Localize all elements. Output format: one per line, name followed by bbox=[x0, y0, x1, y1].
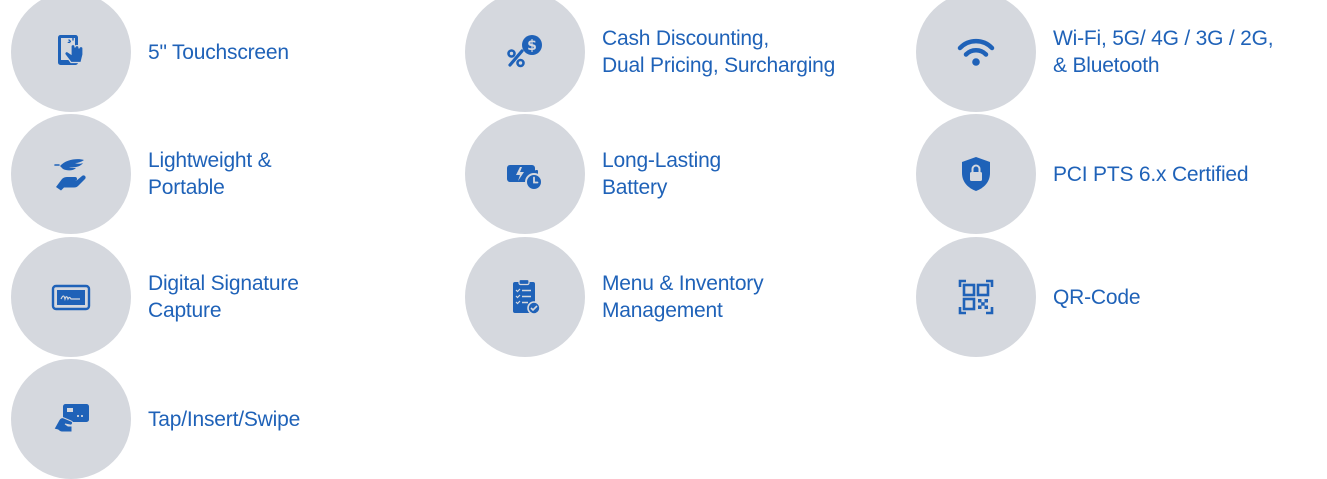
feature-label-line: Cash Discounting, bbox=[602, 27, 770, 50]
feature-label-line: Management bbox=[602, 299, 723, 322]
feature-label-line: Long-Lasting bbox=[602, 149, 722, 172]
feature-lightweight: Lightweight & Portable bbox=[11, 114, 272, 234]
qr-code-icon-circle bbox=[916, 237, 1036, 357]
feature-label-line: Capture bbox=[148, 299, 222, 322]
feature-label-line: Battery bbox=[602, 176, 668, 199]
feature-label-line: 5" Touchscreen bbox=[148, 40, 289, 64]
svg-text:$: $ bbox=[527, 38, 537, 54]
feature-label-line: Digital Signature bbox=[148, 272, 299, 295]
feature-menu-inventory: Menu & Inventory Management bbox=[465, 237, 764, 357]
shield-lock-icon bbox=[962, 157, 990, 191]
feature-label-line: Menu & Inventory bbox=[602, 272, 764, 295]
feature-cash-discounting: $ Cash Discounting, Dual Pricing, Surcha… bbox=[465, 0, 835, 112]
feature-label: Lightweight & Portable bbox=[148, 147, 272, 201]
hand-feather-icon-circle bbox=[11, 114, 131, 234]
feature-label-line: Lightweight & bbox=[148, 149, 272, 172]
feature-tap-insert-swipe: Tap/Insert/Swipe bbox=[11, 359, 300, 479]
feature-touchscreen: 5" Touchscreen bbox=[11, 0, 289, 112]
feature-label-line: QR-Code bbox=[1053, 285, 1141, 309]
wifi-icon-circle bbox=[916, 0, 1036, 112]
feature-label: QR-Code bbox=[1053, 284, 1140, 311]
touchscreen-icon-circle bbox=[11, 0, 131, 112]
feature-label-line: & Bluetooth bbox=[1053, 54, 1160, 77]
touchscreen-icon bbox=[58, 35, 84, 65]
feature-label: Tap/Insert/Swipe bbox=[148, 406, 300, 433]
wifi-icon bbox=[957, 38, 995, 66]
feature-connectivity: Wi-Fi, 5G/ 4G / 3G / 2G, & Bluetooth bbox=[916, 0, 1274, 112]
shield-lock-icon-circle bbox=[916, 114, 1036, 234]
feature-label: Wi-Fi, 5G/ 4G / 3G / 2G, & Bluetooth bbox=[1053, 25, 1274, 79]
clipboard-checklist-icon bbox=[513, 278, 541, 315]
hand-feather-icon bbox=[54, 159, 86, 191]
percent-dollar-icon-circle: $ bbox=[465, 0, 585, 112]
battery-clock-icon-circle bbox=[465, 114, 585, 234]
feature-label: Cash Discounting, Dual Pricing, Surcharg… bbox=[602, 25, 835, 79]
signature-tablet-icon bbox=[51, 284, 91, 311]
feature-label-line: Wi-Fi, 5G/ 4G / 3G / 2G, bbox=[1053, 27, 1274, 50]
card-tap-icon bbox=[53, 404, 89, 433]
feature-label: Long-Lasting Battery bbox=[602, 147, 721, 201]
feature-label-line: Portable bbox=[148, 176, 225, 199]
feature-label: 5" Touchscreen bbox=[148, 39, 289, 66]
feature-label: Menu & Inventory Management bbox=[602, 270, 764, 324]
feature-label: PCI PTS 6.x Certified bbox=[1053, 161, 1249, 188]
percent-dollar-icon: $ bbox=[507, 35, 542, 68]
battery-clock-icon bbox=[507, 165, 543, 191]
feature-label-line: Tap/Insert/Swipe bbox=[148, 407, 301, 431]
feature-pci-certified: PCI PTS 6.x Certified bbox=[916, 114, 1249, 234]
feature-label-line: Dual Pricing, Surcharging bbox=[602, 54, 836, 77]
feature-qr-code: QR-Code bbox=[916, 237, 1140, 357]
feature-battery: Long-Lasting Battery bbox=[465, 114, 721, 234]
card-tap-icon-circle bbox=[11, 359, 131, 479]
feature-label-line: PCI PTS 6.x Certified bbox=[1053, 162, 1249, 186]
feature-signature: Digital Signature Capture bbox=[11, 237, 299, 357]
feature-label: Digital Signature Capture bbox=[148, 270, 299, 324]
qr-code-icon bbox=[958, 279, 994, 315]
signature-tablet-icon-circle bbox=[11, 237, 131, 357]
clipboard-checklist-icon-circle bbox=[465, 237, 585, 357]
